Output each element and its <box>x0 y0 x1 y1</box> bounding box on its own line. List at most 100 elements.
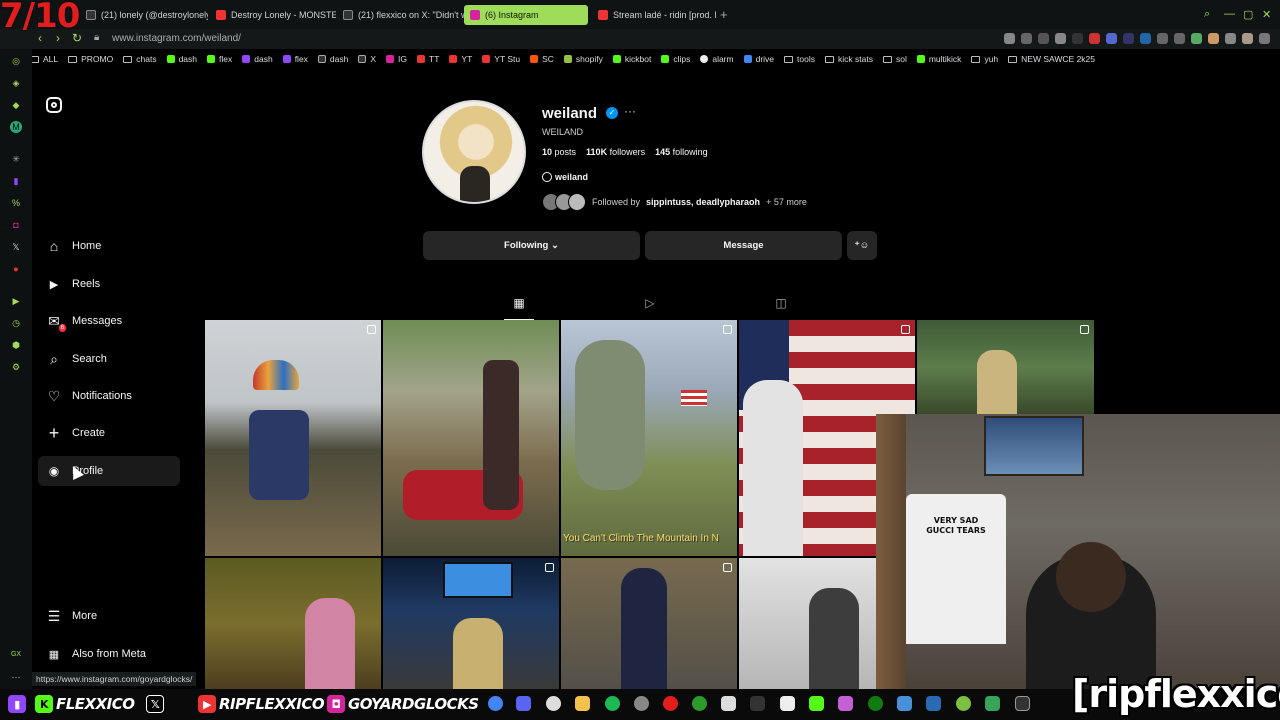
docs-icon[interactable] <box>897 696 912 711</box>
x-icon[interactable]: 𝕏 <box>10 241 22 253</box>
nav-reels[interactable]: ▶ Reels <box>38 269 180 299</box>
bookmark-folder[interactable]: ALL <box>30 54 58 64</box>
heart-icon[interactable] <box>1055 33 1066 44</box>
post-tile[interactable] <box>739 558 876 689</box>
bookmark-folder[interactable]: sol <box>882 54 907 64</box>
post-tile[interactable]: You Can't Climb The Mountain In N <box>561 320 737 556</box>
capcut-icon[interactable] <box>1015 696 1030 711</box>
nav-create[interactable]: + Create <box>38 418 180 448</box>
followers-count[interactable]: 110K followers <box>586 147 645 157</box>
bookmark-link[interactable]: YT <box>449 54 472 64</box>
more-icon[interactable]: ⋯ <box>10 671 22 683</box>
instagram-icon[interactable]: ◘ <box>10 219 22 231</box>
tab-flexxico-x[interactable]: (21) flexxico on X: "Didn't w <box>337 5 465 25</box>
following-count[interactable]: 145 following <box>655 147 708 157</box>
new-tab-button[interactable]: + <box>720 7 728 22</box>
extension-blue-icon[interactable] <box>1106 33 1117 44</box>
app-icon[interactable] <box>985 696 1000 711</box>
settings-icon[interactable]: ⚙ <box>10 361 22 373</box>
obs-icon[interactable] <box>634 696 649 711</box>
following-button[interactable]: Following ⌄ <box>423 231 640 260</box>
app-icon[interactable] <box>926 696 941 711</box>
download-icon[interactable] <box>1225 33 1236 44</box>
bookmark-folder[interactable]: NEW SAWCE 2k25 <box>1008 54 1095 64</box>
player-icon[interactable]: ▶ <box>10 295 22 307</box>
minimize-icon[interactable]: — <box>1224 8 1235 20</box>
url-field[interactable]: www.instagram.com/weiland/ <box>112 33 241 44</box>
threads-link[interactable]: weiland <box>542 172 588 182</box>
speed-dial-icon[interactable]: ◎ <box>10 55 22 67</box>
nav-also-from-meta[interactable]: ▦ Also from Meta <box>38 639 180 669</box>
post-tile[interactable] <box>383 558 559 689</box>
followed-by[interactable]: Followed by sippintuss, deadlypharaoh + … <box>542 192 807 212</box>
bookmark-link[interactable]: SC <box>530 54 554 64</box>
bookmark-folder[interactable]: yuh <box>971 54 998 64</box>
bookmark-link[interactable]: dash <box>166 54 197 64</box>
app-icon[interactable] <box>956 696 971 711</box>
profile-avatar[interactable] <box>422 100 526 204</box>
bookmark-link[interactable]: IG <box>386 54 407 64</box>
kick-icon[interactable] <box>809 696 824 711</box>
bookmark-link[interactable]: multikick <box>916 54 961 64</box>
extensions-icon[interactable]: ⬢ <box>10 339 22 351</box>
bookmark-icon[interactable] <box>1004 33 1015 44</box>
bookmark-link[interactable]: YT Stu <box>482 54 520 64</box>
nav-messages[interactable]: ✉ 6 Messages <box>38 306 180 336</box>
profile-options-icon[interactable]: ··· <box>624 104 636 118</box>
app-icon[interactable] <box>750 696 765 711</box>
profile-avatar-icon[interactable] <box>1242 33 1253 44</box>
bookmark-link[interactable]: dash <box>242 54 273 64</box>
tab-youtube-monster[interactable]: Destroy Lonely - MONSTER <box>210 5 336 25</box>
tab-instagram[interactable]: (6) Instagram <box>464 5 588 25</box>
app-icon[interactable] <box>838 696 853 711</box>
post-tile[interactable] <box>205 558 381 689</box>
ai-icon[interactable] <box>1259 33 1270 44</box>
bookmark-link[interactable]: X <box>358 54 376 64</box>
chatgpt-icon[interactable]: ✳ <box>10 153 22 165</box>
post-tile[interactable] <box>561 558 737 689</box>
extension-icon[interactable] <box>1208 33 1219 44</box>
tab-stream-lade[interactable]: Stream ladé - ridin [prod. h <box>592 5 716 25</box>
chatgpt-icon[interactable] <box>546 696 561 711</box>
instagram-logo-icon[interactable] <box>46 97 62 113</box>
opera-gx-icon[interactable] <box>663 696 678 711</box>
gx-control-icon[interactable]: ◆ <box>10 99 22 111</box>
extension-icon[interactable] <box>1191 33 1202 44</box>
bookmark-link[interactable]: TT <box>417 54 439 64</box>
bookmark-link[interactable]: flex <box>207 54 232 64</box>
extension-icon[interactable] <box>1174 33 1185 44</box>
nav-notifications[interactable]: ♡ Notifications <box>38 381 180 411</box>
bookmark-link[interactable]: dash <box>317 54 348 64</box>
bookmark-link[interactable]: clips <box>661 54 690 64</box>
tab-posts-grid-icon[interactable]: ▦ <box>512 296 526 310</box>
player-icon[interactable] <box>1038 33 1049 44</box>
nav-search[interactable]: ⌕ Search <box>38 344 180 374</box>
close-icon[interactable]: ✕ <box>1262 8 1271 21</box>
extension-icon[interactable] <box>1140 33 1151 44</box>
tab-destroylonely-x[interactable]: (21) lonely (@destroylonely <box>80 5 208 25</box>
twitch-icon[interactable]: ▮ <box>10 175 22 187</box>
add-person-icon[interactable]: ⁺☺ <box>847 231 877 260</box>
file-explorer-icon[interactable] <box>575 696 590 711</box>
bookmark-link[interactable]: flex <box>282 54 308 64</box>
bookmark-folder[interactable]: chats <box>123 54 157 64</box>
post-tile[interactable] <box>205 320 381 556</box>
search-tabs-icon[interactable]: ⌕ <box>1204 8 1210 21</box>
app-icon[interactable] <box>780 696 795 711</box>
message-button[interactable]: Message <box>645 231 842 260</box>
bookmark-link[interactable]: alarm <box>700 54 734 64</box>
nav-more[interactable]: ☰ More <box>38 601 180 631</box>
bookmark-folder[interactable]: PROMO <box>68 54 113 64</box>
bookmark-link[interactable]: kickbot <box>612 54 651 64</box>
post-tile[interactable] <box>917 320 1094 414</box>
gx-corner-icon[interactable]: ◈ <box>10 77 22 89</box>
discord-icon[interactable] <box>516 696 531 711</box>
bookmark-link[interactable]: drive <box>743 54 774 64</box>
spotify-icon[interactable] <box>605 696 620 711</box>
chrome-icon[interactable] <box>488 696 503 711</box>
record-icon[interactable]: ● <box>10 263 22 275</box>
xbox-icon[interactable] <box>868 696 883 711</box>
extension-icon[interactable] <box>1123 33 1134 44</box>
extension-red-icon[interactable] <box>1089 33 1100 44</box>
messenger-icon[interactable]: M <box>10 121 22 133</box>
